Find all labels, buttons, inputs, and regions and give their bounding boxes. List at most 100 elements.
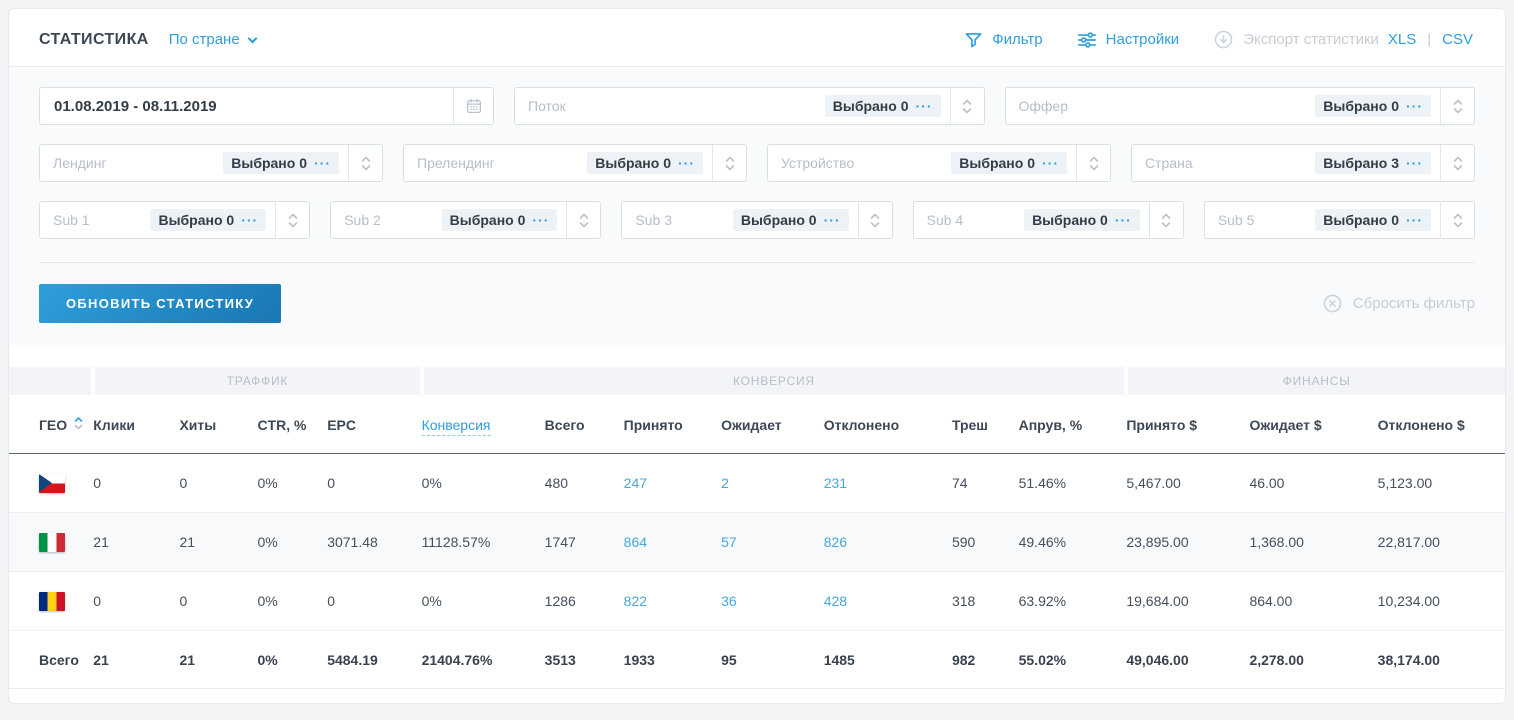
totals-value-cell: 5484.19 [327, 631, 421, 689]
filter-select[interactable]: Sub 5Выбрано 0··· [1204, 201, 1475, 239]
value-cell: 0% [422, 572, 545, 631]
selected-count-chip: Выбрано 0··· [825, 95, 941, 117]
conversion-link-cell[interactable]: 2 [721, 454, 824, 513]
more-dots-icon[interactable]: ··· [532, 215, 549, 225]
selected-count-label: Выбрано 0 [450, 212, 526, 228]
conversion-column-link[interactable]: Конверсия [422, 417, 491, 436]
conversion-link-cell[interactable]: 231 [824, 454, 952, 513]
table-row: 21210%3071.4811128.57%17478645782659049.… [9, 513, 1505, 572]
filter-select[interactable]: ПотокВыбрано 0··· [514, 87, 985, 125]
value-cell: 11128.57% [422, 513, 545, 572]
value-cell: 0% [257, 454, 327, 513]
filter-row-2: ЛендингВыбрано 0···ПрелендингВыбрано 0··… [39, 144, 1475, 182]
table-head: ТРАФФИККОНВЕРСИЯФИНАНСЫГЕОКликиХитыCTR, … [9, 367, 1505, 454]
expand-collapse-icon[interactable] [1440, 202, 1474, 238]
column-header[interactable]: Конверсия [422, 395, 545, 454]
conversion-link-cell[interactable]: 826 [824, 513, 952, 572]
conversion-link-cell[interactable]: 428 [824, 572, 952, 631]
selected-count-chip: Выбрано 0··· [223, 152, 339, 174]
filter-select[interactable]: СтранаВыбрано 3··· [1131, 144, 1475, 182]
more-dots-icon[interactable]: ··· [1042, 158, 1059, 168]
selected-count-label: Выбрано 0 [595, 155, 671, 171]
expand-collapse-icon[interactable] [1149, 202, 1183, 238]
totals-value-cell: 2,278.00 [1249, 631, 1377, 689]
selected-count-chip: Выбрано 3··· [1315, 152, 1431, 174]
value-cell: 0% [422, 454, 545, 513]
totals-value-cell: 95 [721, 631, 824, 689]
selected-count-chip: Выбрано 0 ··· [442, 209, 558, 231]
filter-select-placeholder: Sub 4 [914, 212, 1024, 228]
value-cell: 63.92% [1019, 572, 1127, 631]
date-range-input[interactable]: 01.08.2019 - 08.11.2019 [39, 87, 494, 125]
filter-select[interactable]: Sub 2Выбрано 0··· [330, 201, 601, 239]
more-dots-icon[interactable]: ··· [1115, 215, 1132, 225]
update-statistics-button[interactable]: ОБНОВИТЬ СТАТИСТИКУ [39, 284, 281, 323]
filter-select-placeholder: Sub 5 [1205, 212, 1315, 228]
filter-select[interactable]: Sub 4 Выбрано 0 ··· [913, 201, 1184, 239]
column-header: Всего [545, 395, 624, 454]
value-cell: 23,895.00 [1126, 513, 1249, 572]
filter-panel: 01.08.2019 - 08.11.2019 ПотокВыбрано 0··… [9, 66, 1505, 345]
more-dots-icon[interactable]: ··· [314, 158, 331, 168]
column-header: EPC [327, 395, 421, 454]
totals-row: Всего21210%5484.1921404.76%3513193395148… [9, 631, 1505, 689]
value-cell: 1,368.00 [1249, 513, 1377, 572]
more-dots-icon[interactable]: ··· [1406, 158, 1423, 168]
expand-collapse-icon[interactable] [275, 202, 309, 238]
value-cell: 0 [327, 454, 421, 513]
selected-count-label: Выбрано 0 [1032, 212, 1108, 228]
filter-select-placeholder: Прелендинг [404, 155, 587, 171]
selected-count-label: Выбрано 0 [959, 155, 1035, 171]
column-header[interactable]: ГЕО [9, 395, 93, 454]
filter-select[interactable]: Sub 3Выбрано 0··· [621, 201, 892, 239]
view-selector-label: По стране [169, 31, 240, 48]
value-cell: 19,684.00 [1126, 572, 1249, 631]
more-dots-icon[interactable]: ··· [824, 215, 841, 225]
filter-button[interactable]: Фильтр [964, 30, 1042, 49]
geo-sort-header[interactable]: ГЕО [39, 416, 83, 434]
column-group-4: ТРАФФИК [93, 367, 421, 395]
conversion-link-cell[interactable]: 36 [721, 572, 824, 631]
filter-select[interactable]: Sub 1Выбрано 0··· [39, 201, 310, 239]
export-csv-link[interactable]: CSV [1442, 31, 1473, 48]
expand-collapse-icon[interactable] [566, 202, 600, 238]
conversion-link-cell[interactable]: 864 [624, 513, 721, 572]
totals-value-cell: 982 [952, 631, 1019, 689]
conversion-link-cell[interactable]: 822 [624, 572, 721, 631]
selected-count-chip: Выбрано 0··· [1315, 95, 1431, 117]
expand-collapse-icon[interactable] [950, 88, 984, 124]
funnel-icon [964, 30, 983, 49]
filter-select[interactable]: Прелендинг Выбрано 0 ··· [403, 144, 747, 182]
more-dots-icon[interactable]: ··· [1406, 101, 1423, 111]
totals-value-cell: 0% [257, 631, 327, 689]
table-row: 000%00%48024722317451.46%5,467.0046.005,… [9, 454, 1505, 513]
value-cell: 51.46% [1019, 454, 1127, 513]
reset-filter-button[interactable]: Сбросить фильтр [1322, 293, 1475, 314]
geo-cell [9, 572, 93, 631]
expand-collapse-icon[interactable] [1076, 145, 1110, 181]
more-dots-icon[interactable]: ··· [241, 215, 258, 225]
value-cell: 0% [257, 513, 327, 572]
totals-value-cell: 3513 [545, 631, 624, 689]
expand-collapse-icon[interactable] [1440, 88, 1474, 124]
value-cell: 5,467.00 [1126, 454, 1249, 513]
filter-select[interactable]: ЛендингВыбрано 0··· [39, 144, 383, 182]
value-cell: 49.46% [1019, 513, 1127, 572]
settings-button[interactable]: Настройки [1077, 31, 1180, 49]
filter-select[interactable]: ОфферВыбрано 0··· [1005, 87, 1476, 125]
view-selector-dropdown[interactable]: По стране [169, 31, 256, 48]
filter-select[interactable]: УстройствоВыбрано 0··· [767, 144, 1111, 182]
export-group: Экспорт статистики XLS | CSV [1213, 29, 1473, 50]
conversion-link-cell[interactable]: 57 [721, 513, 824, 572]
value-cell: 10,234.00 [1378, 572, 1505, 631]
conversion-link-cell[interactable]: 247 [624, 454, 721, 513]
expand-collapse-icon[interactable] [858, 202, 892, 238]
export-xls-link[interactable]: XLS [1388, 31, 1416, 48]
expand-collapse-icon[interactable] [348, 145, 382, 181]
more-dots-icon[interactable]: ··· [1406, 215, 1423, 225]
expand-collapse-icon[interactable] [712, 145, 746, 181]
statistics-card: СТАТИСТИКА По стране Фильтр Настройки [8, 8, 1506, 704]
more-dots-icon[interactable]: ··· [916, 101, 933, 111]
expand-collapse-icon[interactable] [1440, 145, 1474, 181]
more-dots-icon[interactable]: ··· [678, 158, 695, 168]
